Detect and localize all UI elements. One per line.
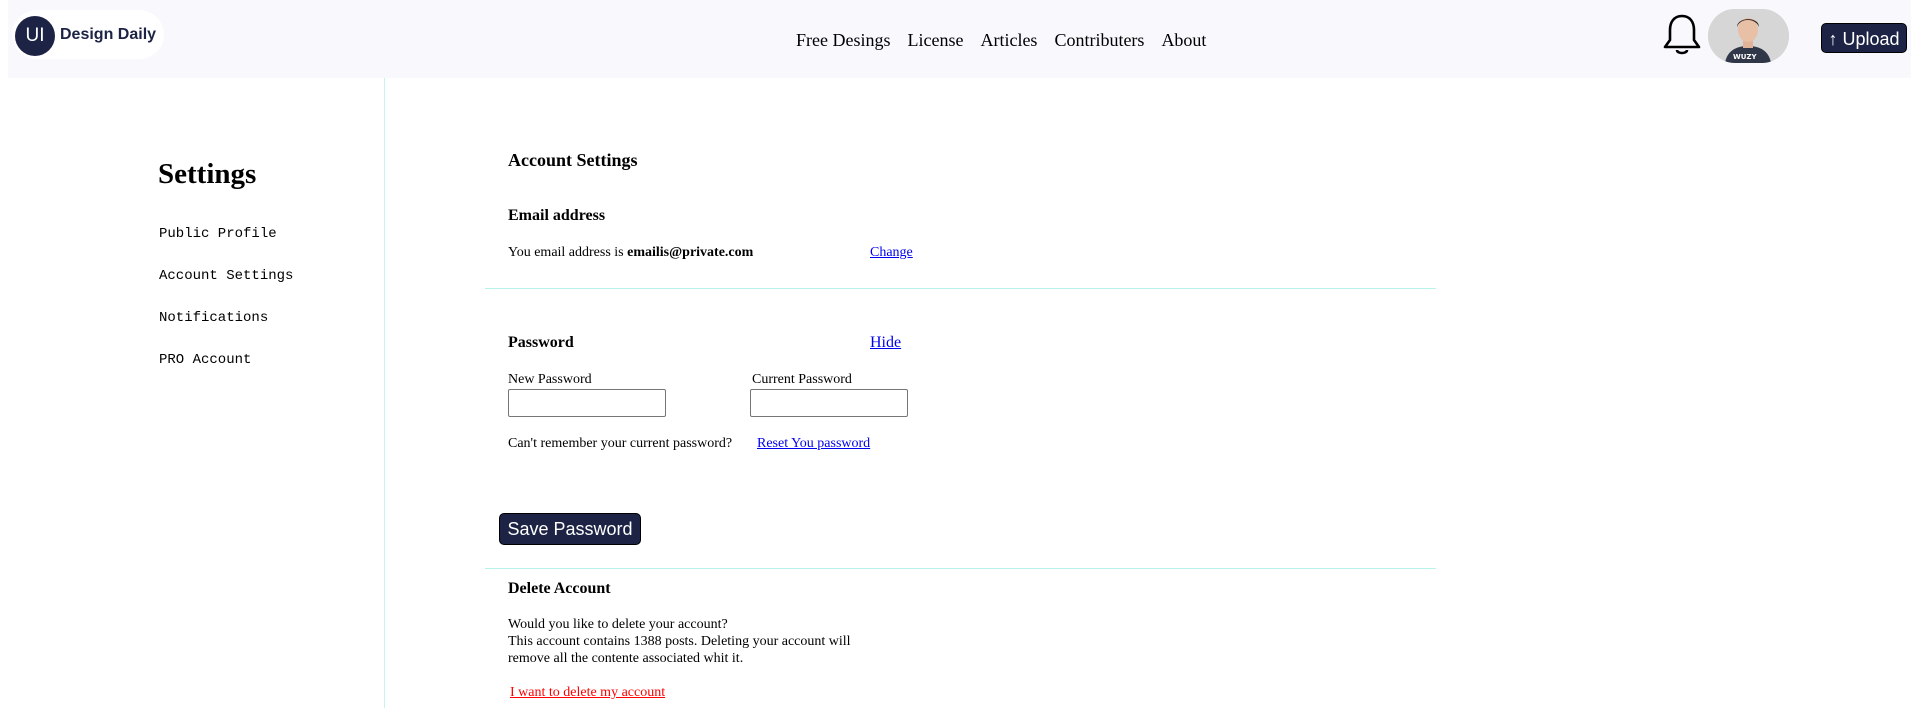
- password-heading: Password: [508, 334, 574, 351]
- upload-label: Upload: [1842, 29, 1900, 49]
- upload-arrow-icon: ↑: [1828, 29, 1838, 49]
- avatar-photo: WUZY: [1708, 9, 1789, 63]
- current-password-label: Current Password: [752, 372, 852, 387]
- sidebar-item-pro-account[interactable]: PRO Account: [159, 352, 251, 368]
- main-nav: Free Desings License Articles Contribute…: [796, 30, 1206, 51]
- forgot-password-text: Can't remember your current password?: [508, 436, 733, 451]
- save-password-button[interactable]: Save Password: [499, 513, 641, 545]
- new-password-label: New Password: [508, 372, 592, 387]
- nav-about[interactable]: About: [1161, 30, 1206, 51]
- email-prefix: You email address is: [508, 245, 628, 260]
- sidebar-item-account-settings[interactable]: Account Settings: [159, 268, 293, 284]
- sidebar-title: Settings: [158, 158, 257, 190]
- bell-icon[interactable]: [1661, 12, 1703, 58]
- section-divider-2: [485, 568, 1436, 569]
- current-password-input[interactable]: [750, 389, 908, 417]
- section-divider-1: [485, 288, 1436, 289]
- nav-contributors[interactable]: Contributers: [1054, 30, 1144, 51]
- email-text: You email address is emailis@private.com: [508, 245, 753, 261]
- change-email-link[interactable]: Change: [870, 245, 913, 261]
- delete-line-3: remove all the contente associated whit …: [508, 651, 744, 666]
- delete-heading: Delete Account: [508, 580, 611, 597]
- nav-articles[interactable]: Articles: [980, 30, 1037, 51]
- logo[interactable]: UI Design Daily: [12, 10, 164, 59]
- sidebar-divider: [384, 78, 385, 708]
- nav-free-designs[interactable]: Free Desings: [796, 30, 890, 51]
- nav-license[interactable]: License: [907, 30, 963, 51]
- delete-account-link[interactable]: I want to delete my account: [510, 685, 665, 701]
- sidebar-item-notifications[interactable]: Notifications: [159, 310, 268, 326]
- page-title: Account Settings: [508, 150, 638, 170]
- top-navbar: UI Design Daily Free Desings License Art…: [8, 0, 1911, 78]
- sidebar-item-public-profile[interactable]: Public Profile: [159, 226, 277, 242]
- delete-line-2: This account contains 1388 posts. Deleti…: [508, 634, 851, 649]
- new-password-input[interactable]: [508, 389, 666, 417]
- logo-text: Design Daily: [60, 26, 157, 43]
- reset-password-link[interactable]: Reset You password: [757, 436, 870, 452]
- hide-password-link[interactable]: Hide: [870, 334, 901, 352]
- user-avatar[interactable]: WUZY: [1708, 9, 1789, 63]
- email-heading: Email address: [508, 207, 606, 224]
- svg-text:WUZY: WUZY: [1733, 53, 1757, 61]
- upload-button[interactable]: ↑ Upload: [1821, 23, 1907, 53]
- logo-mark: UI: [15, 16, 55, 56]
- delete-line-1: Would you like to delete your account?: [508, 617, 728, 632]
- email-address: emailis@private.com: [627, 245, 754, 260]
